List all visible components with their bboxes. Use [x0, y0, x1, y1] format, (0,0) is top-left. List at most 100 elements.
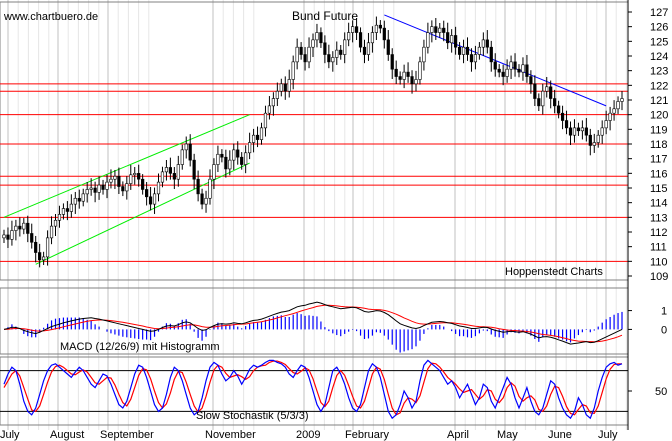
macd-tick-label: 0 — [661, 324, 667, 336]
price-bar-body — [73, 197, 77, 205]
price-bar-body — [553, 98, 557, 107]
price-bar-body — [81, 193, 85, 202]
price-bar-body — [382, 27, 386, 41]
price-bar-body — [192, 159, 196, 180]
price-bar-body — [366, 42, 371, 55]
price-bar-body — [57, 214, 62, 221]
price-bar-body — [572, 127, 577, 136]
price-bar-body — [358, 32, 363, 48]
price-bar-body — [77, 197, 81, 202]
price-bar-body — [267, 105, 272, 114]
price-bar-body — [327, 54, 331, 63]
price-bar-body — [335, 49, 339, 58]
price-tick-label: 126 — [650, 22, 668, 34]
price-bar-body — [236, 149, 240, 158]
stochastic-label: Slow Stochastik (5/3/3) — [196, 410, 309, 422]
price-bar-body — [93, 187, 97, 193]
price-bar-body — [354, 26, 359, 33]
macd-label: MACD (12/26/9) mit Histogramm — [60, 341, 220, 353]
price-bar-body — [38, 252, 42, 261]
month-label: February — [345, 429, 390, 441]
price-bar-body — [105, 181, 109, 190]
price-bar-body — [22, 222, 26, 230]
price-bar-body — [612, 108, 616, 114]
price-bar-body — [493, 61, 497, 70]
price-bar-body — [473, 54, 478, 63]
price-bar-body — [477, 46, 481, 55]
price-bar-body — [481, 39, 485, 48]
price-bar-body — [248, 142, 252, 154]
price-bar-body — [339, 49, 343, 55]
price-bar-body — [263, 112, 268, 129]
price-bar-body — [53, 219, 58, 227]
price-tick-label: 124 — [650, 51, 668, 63]
price-bar-body — [584, 127, 588, 136]
price-bar-body — [65, 208, 69, 212]
price-bar-body — [251, 134, 256, 143]
price-bar-body — [351, 26, 355, 33]
price-bar-body — [616, 101, 620, 110]
price-bar-body — [164, 167, 169, 173]
price-tick-label: 125 — [650, 36, 668, 48]
price-bar-body — [370, 32, 375, 44]
price-bar-body — [156, 181, 161, 195]
price-bar-body — [18, 225, 22, 230]
price-tick-label: 127 — [650, 7, 668, 19]
price-tick-label: 123 — [650, 66, 668, 78]
price-bar-body — [200, 193, 204, 205]
price-bar-body — [560, 112, 565, 121]
price-bar-body — [442, 27, 446, 33]
price-bar-body — [133, 173, 137, 176]
price-bar-body — [303, 54, 307, 63]
price-bar-body — [457, 46, 462, 55]
price-bar-body — [291, 61, 295, 80]
price-bar-body — [608, 112, 612, 121]
price-bar-body — [362, 46, 367, 55]
price-bar-body — [509, 61, 513, 70]
watermark-label: www.chartbuero.de — [3, 11, 98, 23]
price-bar-body — [141, 178, 145, 190]
price-bar-body — [61, 208, 66, 215]
price-bar-body — [307, 46, 311, 63]
price-bar-body — [212, 164, 216, 180]
price-bar-body — [220, 153, 224, 158]
price-bar-body — [196, 178, 200, 195]
macd-tick-label: 1 — [661, 306, 667, 318]
price-bar-body — [145, 189, 149, 198]
price-bar-body — [446, 32, 450, 44]
price-bar-body — [414, 79, 418, 85]
price-bar-body — [576, 127, 581, 132]
price-bar-body — [14, 225, 18, 231]
chart-title: Bund Future — [292, 9, 358, 23]
price-bar-body — [580, 127, 584, 132]
price-tick-label: 109 — [650, 271, 668, 283]
price-bar-body — [228, 159, 232, 170]
price-bar-body — [180, 149, 184, 165]
price-bar-body — [343, 39, 347, 55]
price-bar-body — [160, 171, 165, 183]
price-bar-body — [117, 175, 121, 187]
price-tick-label: 121 — [650, 95, 668, 107]
bund-future-chart: 109 110 111 112 113 114 115 116 117 118 119 120 121 1… — [0, 0, 672, 441]
price-bar-body — [422, 46, 426, 63]
price-bar-body — [386, 39, 390, 55]
price-tick-label: 116 — [650, 168, 668, 180]
price-bar-body — [259, 127, 264, 140]
price-bar-body — [6, 234, 10, 240]
price-tick-label: 120 — [650, 110, 668, 122]
price-bar-body — [168, 167, 172, 174]
price-bar-body — [549, 86, 553, 99]
price-tick-label: 122 — [650, 80, 668, 92]
price-tick-label: 118 — [650, 139, 668, 151]
price-bar-body — [331, 57, 335, 63]
price-bar-body — [2, 234, 6, 239]
price-bar-body — [279, 83, 283, 92]
price-bar-body — [315, 32, 319, 41]
price-tick-label: 119 — [650, 124, 668, 136]
price-bar-body — [529, 76, 533, 85]
price-bar-body — [275, 90, 279, 99]
price-bar-body — [184, 143, 188, 151]
price-bar-body — [299, 46, 303, 55]
month-label: July — [598, 429, 618, 441]
price-bar-body — [557, 105, 561, 114]
